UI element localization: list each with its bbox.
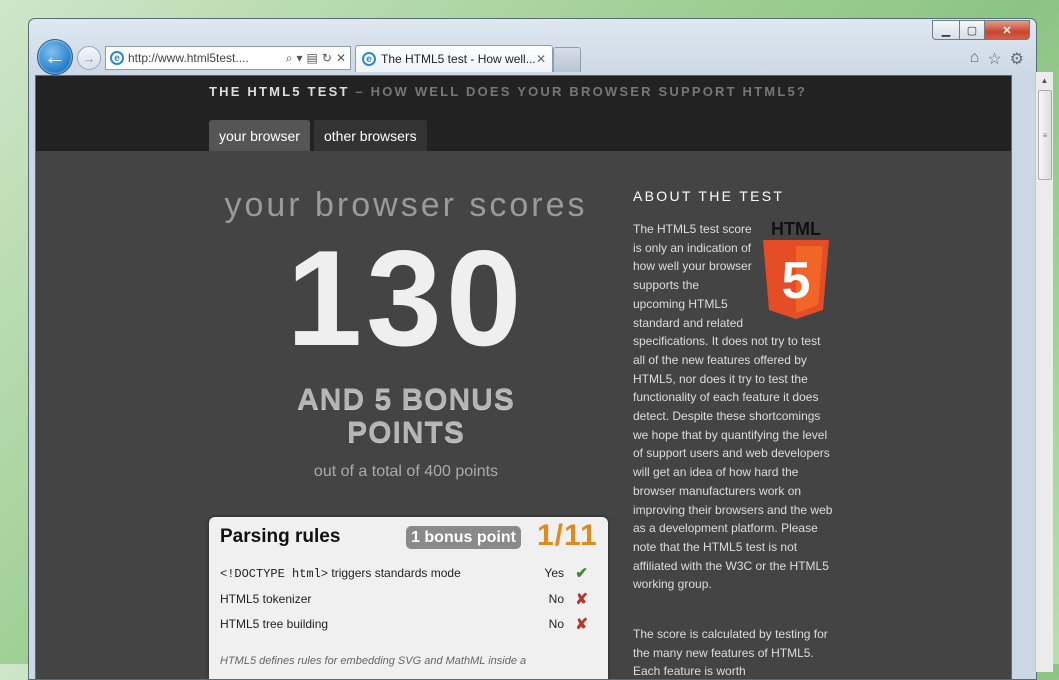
- refresh-icon[interactable]: ↻: [322, 51, 332, 66]
- browser-toolbar-icons: ⌂ ☆ ⚙: [970, 49, 1024, 69]
- cross-icon: ✘: [575, 616, 588, 633]
- back-button[interactable]: ←: [37, 39, 73, 75]
- ie-tab-icon: e: [362, 52, 376, 66]
- close-button[interactable]: ✕: [985, 20, 1030, 40]
- page-viewport: THE HTML5 TEST – HOW WELL DOES YOUR BROW…: [35, 75, 1012, 679]
- about-paragraph-1: HTML 5 The HTML5 test score is only an i…: [633, 219, 833, 594]
- home-icon[interactable]: ⌂: [970, 49, 980, 69]
- about-panel: ABOUT THE TEST HTML 5 The HTML5 test sco…: [633, 188, 833, 678]
- bonus-points: AND 5 BONUS POINTS: [206, 383, 606, 449]
- vertical-scrollbar[interactable]: ▲ ≡: [1035, 72, 1053, 672]
- test-name: <!DOCTYPE html> triggers standards mode: [220, 566, 461, 581]
- site-header: THE HTML5 TEST – HOW WELL DOES YOUR BROW…: [36, 76, 1011, 151]
- test-row: HTML5 tree building No ✘: [220, 615, 600, 635]
- scroll-up-icon[interactable]: ▲: [1036, 72, 1053, 88]
- search-icon[interactable]: ⌕: [286, 51, 293, 66]
- ie-page-icon: e: [110, 51, 124, 65]
- score-lead: your browser scores: [224, 186, 588, 224]
- about-paragraph-2: The score is calculated by testing for t…: [633, 627, 828, 679]
- window-controls: ▁ ▢ ✕: [932, 20, 1030, 40]
- test-name: HTML5 tree building: [220, 617, 329, 631]
- tab-close-icon[interactable]: ✕: [536, 52, 552, 66]
- score-panel: your browser scores 130 AND 5 BONUS POIN…: [206, 186, 606, 481]
- check-icon: ✔: [575, 565, 588, 582]
- bonus-badge: 1 bonus point: [406, 526, 521, 549]
- tab-title: The HTML5 test - How well...: [381, 52, 536, 66]
- gear-icon[interactable]: ⚙: [1010, 49, 1024, 69]
- stop-icon[interactable]: ✕: [336, 51, 346, 66]
- favorites-star-icon[interactable]: ☆: [987, 49, 1001, 69]
- test-name-text: triggers standards mode: [328, 566, 461, 580]
- new-tab-button[interactable]: [553, 47, 581, 72]
- bonus-line-2: POINTS: [347, 416, 465, 449]
- html5-logo-number: 5: [782, 252, 811, 310]
- tab-your-browser[interactable]: your browser: [209, 120, 310, 151]
- forward-arrow-icon: →: [82, 50, 96, 66]
- site-title-strong: THE HTML5 TEST: [209, 84, 350, 99]
- browser-tab-active[interactable]: e The HTML5 test - How well... ✕: [355, 45, 553, 72]
- section-score: 1/11: [537, 519, 598, 552]
- browser-window: ▁ ▢ ✕ ← → e http://www.html5test.... ⌕ ▾…: [28, 18, 1037, 680]
- dropdown-icon[interactable]: ▾: [297, 51, 303, 66]
- test-row: HTML5 tokenizer No ✘: [220, 590, 600, 610]
- address-url[interactable]: http://www.html5test....: [128, 51, 286, 65]
- site-title: THE HTML5 TEST – HOW WELL DOES YOUR BROW…: [209, 84, 807, 99]
- html5-logo-icon: HTML 5: [763, 219, 829, 319]
- section-title: Parsing rules: [220, 526, 341, 547]
- test-result: Yes: [544, 566, 564, 580]
- score-total: out of a total of 400 points: [313, 463, 499, 480]
- site-title-subtitle: – HOW WELL DOES YOUR BROWSER SUPPORT HTM…: [349, 84, 808, 99]
- test-result: No: [548, 617, 564, 631]
- cross-icon: ✘: [575, 591, 588, 608]
- test-code: <!DOCTYPE html>: [220, 567, 329, 581]
- maximize-button[interactable]: ▢: [960, 20, 985, 40]
- scrollbar-thumb[interactable]: ≡: [1038, 90, 1052, 180]
- score-value: 130: [286, 222, 526, 374]
- about-heading: ABOUT THE TEST: [633, 188, 785, 204]
- address-bar[interactable]: e http://www.html5test.... ⌕ ▾ ▤ ↻ ✕: [105, 46, 351, 70]
- test-name: HTML5 tokenizer: [220, 592, 312, 606]
- test-result: No: [548, 592, 564, 606]
- compat-view-icon[interactable]: ▤: [307, 51, 318, 66]
- test-row: <!DOCTYPE html> triggers standards mode …: [220, 564, 600, 584]
- bonus-line-1: AND 5 BONUS: [297, 383, 515, 416]
- html5-logo-text: HTML: [771, 219, 821, 239]
- tab-other-browsers[interactable]: other browsers: [314, 120, 427, 151]
- parsing-rules-card: Parsing rules 1 bonus point 1/11 <!DOCTY…: [209, 517, 608, 679]
- back-arrow-icon: ←: [44, 44, 66, 69]
- section-note: HTML5 defines rules for embedding SVG an…: [220, 655, 527, 667]
- forward-button[interactable]: →: [77, 46, 101, 70]
- minimize-button[interactable]: ▁: [932, 20, 960, 40]
